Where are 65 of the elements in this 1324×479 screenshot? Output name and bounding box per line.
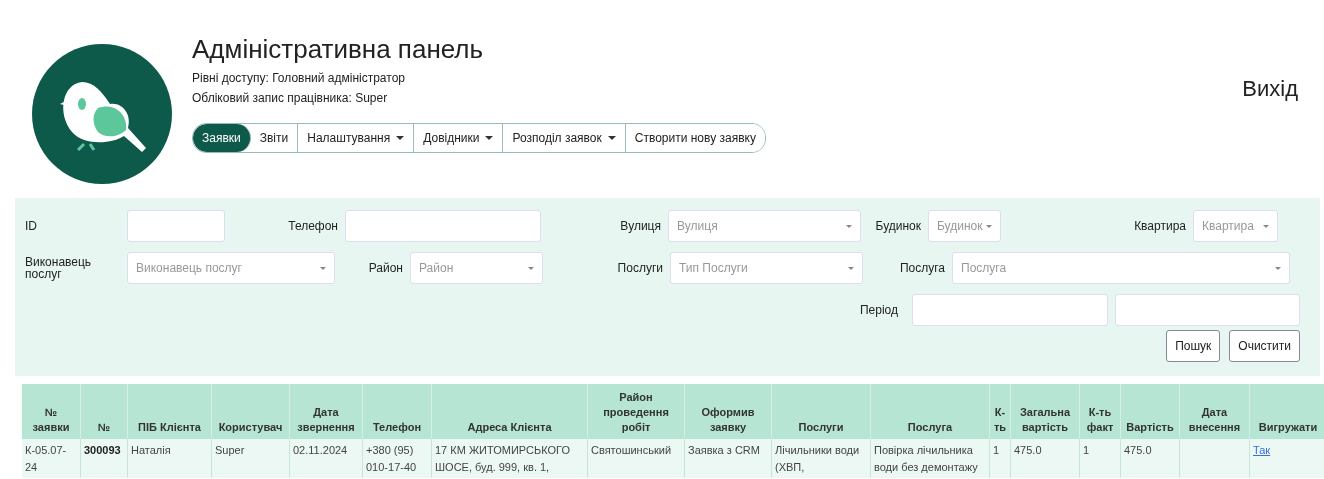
column-header: Вартість xyxy=(1120,384,1180,439)
table-cell: Наталія xyxy=(131,444,171,456)
column-header: № xyxy=(80,384,128,439)
table-cell: 300093 xyxy=(84,444,121,456)
input-field[interactable] xyxy=(127,210,225,242)
nav-tab[interactable]: Заявки xyxy=(193,124,251,152)
export-link[interactable]: Так xyxy=(1253,444,1271,456)
caret-icon xyxy=(848,266,854,270)
table-cell: Повірка лічильника води без демонтажу xyxy=(874,444,978,473)
caret-icon xyxy=(986,224,993,228)
column-header: Дата звернення xyxy=(289,384,363,439)
column-header: Телефон xyxy=(362,384,432,439)
page-title: Адміністративна панель xyxy=(192,34,485,65)
table-cell: +380 (95) 010-17-40 xyxy=(366,444,417,473)
table-cell: 1 xyxy=(1083,444,1090,456)
column-header: Загальна вартість xyxy=(1010,384,1080,439)
field-label: Вулиця xyxy=(619,220,662,232)
column-header: Користувач xyxy=(211,384,290,439)
input-field[interactable] xyxy=(1115,294,1300,326)
table-cell: 17 КМ ЖИТОМИРСЬКОГО ШОСЕ, буд. 999, кв. 1, xyxy=(435,444,570,473)
caret-icon xyxy=(528,266,534,270)
column-header: К-ть xyxy=(989,384,1011,439)
column-header: Послуги xyxy=(771,384,871,439)
account-text: Обліковий запис працівника: Super xyxy=(192,91,389,105)
caret-icon xyxy=(607,136,616,140)
column-header: Дата внесення xyxy=(1179,384,1250,439)
filter-button[interactable]: Очистити xyxy=(1229,330,1300,362)
table-cell: Лічильники води (ХВП, xyxy=(775,444,860,473)
caret-icon xyxy=(1263,224,1269,228)
bird-logo-icon xyxy=(32,44,172,184)
field-label: Телефон xyxy=(287,220,339,232)
column-header: К-ть факт xyxy=(1079,384,1121,439)
table-cell: 475.0 xyxy=(1014,444,1042,456)
table-cell: Заявка з CRM xyxy=(688,444,760,456)
table-cell: 475.0 xyxy=(1124,444,1152,456)
field-label: Період xyxy=(858,304,899,316)
input-field[interactable] xyxy=(345,210,541,242)
table-cell: Super xyxy=(215,444,245,456)
column-header: ПІБ Клієнта xyxy=(127,384,212,439)
logout-link[interactable]: Вихід xyxy=(1242,76,1298,102)
field-label: Квартира xyxy=(1133,220,1187,232)
table-cell: 02.11.2024 xyxy=(293,444,348,456)
input-field[interactable] xyxy=(912,294,1108,326)
column-header: Адреса Клієнта xyxy=(431,384,588,439)
table-cell: 1 xyxy=(993,444,1000,456)
column-header: Оформив заявку xyxy=(684,384,772,439)
column-header: № заявки xyxy=(22,384,81,439)
field-label: Послуга xyxy=(898,262,946,274)
column-header: Район проведення робіт xyxy=(587,384,685,439)
table-cell: Святошинський xyxy=(591,444,672,456)
caret-icon xyxy=(320,266,326,270)
field-label: Будинок xyxy=(874,220,922,232)
caret-icon xyxy=(846,224,852,228)
field-label: Район xyxy=(367,262,404,274)
column-header: Послуга xyxy=(870,384,990,439)
filter-button[interactable]: Пошук xyxy=(1166,330,1221,362)
field-label: ID xyxy=(25,220,38,232)
table-cell: К-05.07-24 xyxy=(25,444,67,473)
column-header: Вигружати xyxy=(1249,384,1324,439)
field-label: Послуги xyxy=(616,262,664,274)
caret-icon xyxy=(396,136,405,140)
access-level-text: Рівні доступу: Головний адміністратор xyxy=(192,71,406,85)
caret-icon xyxy=(1275,266,1281,270)
field-label: Виконавець послуг xyxy=(25,256,93,280)
caret-icon xyxy=(485,136,494,140)
